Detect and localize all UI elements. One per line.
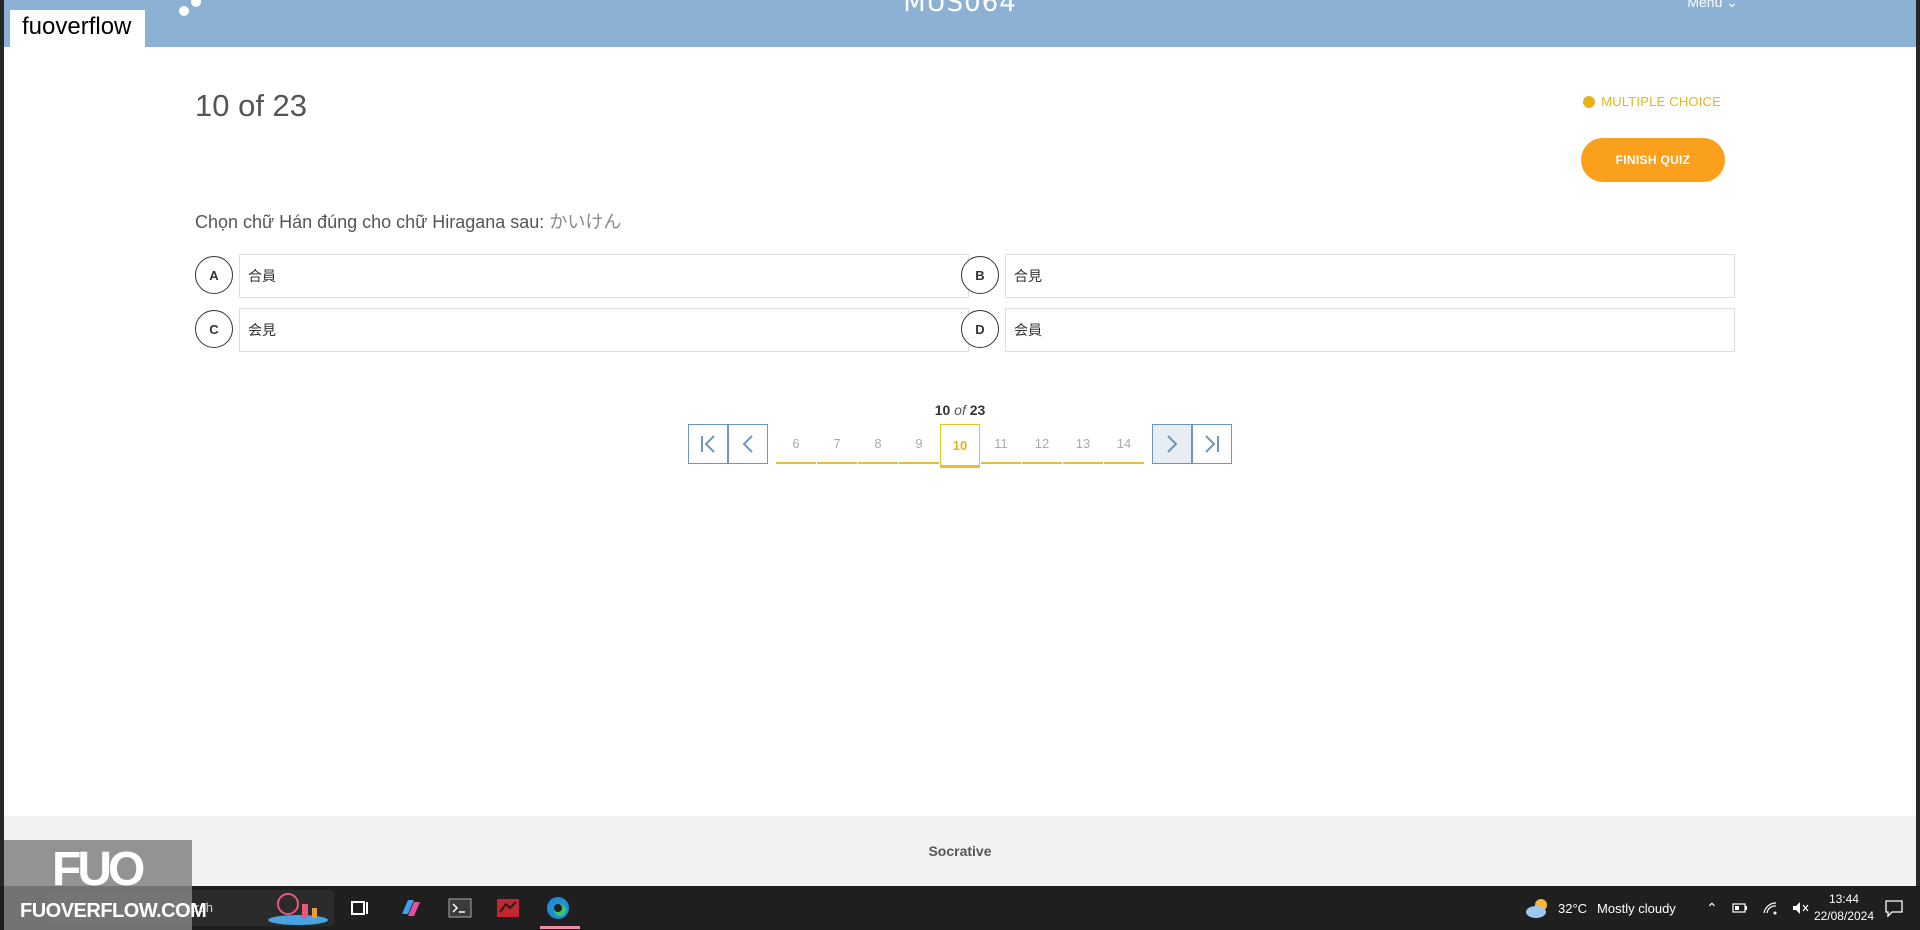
page-10-current[interactable]: 10 — [940, 424, 980, 468]
status-dot-icon — [1583, 95, 1596, 108]
chevron-left-icon — [742, 435, 753, 453]
app-icon[interactable] — [494, 894, 522, 922]
notification-icon[interactable] — [1884, 898, 1904, 918]
footer: Socrative — [4, 816, 1916, 886]
previous-page-button[interactable] — [728, 424, 768, 464]
page-6[interactable]: 6 — [776, 424, 816, 464]
edge-browser-icon[interactable] — [544, 894, 572, 922]
question-counter: 10 of 23 — [195, 88, 308, 123]
task-view-icon[interactable] — [346, 894, 374, 922]
page-11[interactable]: 11 — [981, 424, 1021, 464]
clock-date: 22/08/2024 — [1813, 909, 1874, 923]
speaker-muted-icon[interactable] — [1792, 901, 1810, 915]
chevron-up-icon[interactable]: ⌃ — [1706, 900, 1718, 917]
question-prefix: Chọn chữ Hán đúng cho chữ Hiragana sau: — [195, 212, 545, 232]
answer-text[interactable]: 会見 — [239, 308, 969, 352]
terminal-icon[interactable] — [446, 894, 474, 922]
page-8[interactable]: 8 — [858, 424, 898, 464]
pagination-label: 10 of 23 — [4, 402, 1916, 418]
wifi-icon[interactable] — [1762, 901, 1778, 915]
first-page-icon — [701, 435, 715, 453]
watermark-logo: FUO — [52, 843, 145, 896]
system-tray: ⌃ — [1706, 886, 1810, 930]
weather-temp: 32°C — [1558, 900, 1588, 916]
answer-text[interactable]: 合見 — [1005, 254, 1735, 298]
page-9[interactable]: 9 — [899, 424, 939, 464]
browser-page: MUS064 Menu ⌄ fuoverflow 10 of 23 MULTIP… — [4, 0, 1916, 886]
answer-letter[interactable]: A — [195, 256, 233, 294]
chevron-down-icon: ⌄ — [1726, 0, 1738, 10]
clock[interactable]: 13:44 22/08/2024 — [1814, 891, 1874, 925]
question-kana: かいけん — [549, 212, 622, 233]
page-13[interactable]: 13 — [1063, 424, 1103, 464]
pagination-total: 23 — [969, 402, 986, 418]
taskbar: search 32°C Mostly cloudy ⌃ 13:44 22/08/… — [0, 886, 1920, 930]
question-text: Chọn chữ Hán đúng cho chữ Hiragana sau: … — [195, 208, 621, 234]
answer-text[interactable]: 合員 — [239, 254, 969, 298]
cloudy-weather-icon — [1526, 899, 1547, 918]
battery-icon[interactable] — [1732, 902, 1748, 914]
answer-text[interactable]: 会員 — [1005, 308, 1735, 352]
answer-letter[interactable]: D — [961, 310, 999, 348]
chevron-right-icon — [1167, 435, 1178, 453]
answer-letter[interactable]: C — [195, 310, 233, 348]
pagination-of: of — [954, 402, 966, 418]
active-app-indicator — [540, 926, 580, 929]
answer-letter[interactable]: B — [961, 256, 999, 294]
watermark-url: FUOVERFLOW.COM — [20, 900, 207, 922]
pagination-current: 10 — [934, 402, 951, 418]
menu-label: Menu — [1687, 0, 1723, 10]
first-page-button[interactable] — [688, 424, 728, 464]
question-type-badge: MULTIPLE CHOICE — [1583, 94, 1721, 109]
clock-time: 13:44 — [1828, 892, 1859, 906]
page-12[interactable]: 12 — [1022, 424, 1062, 464]
last-page-button[interactable] — [1192, 424, 1232, 464]
copilot-icon[interactable] — [396, 894, 424, 922]
finish-quiz-button[interactable]: FINISH QUIZ — [1581, 138, 1725, 182]
room-title: MUS064 — [903, 0, 1017, 18]
watermark-tag: fuoverflow — [10, 10, 145, 47]
search-highlight-icon — [268, 893, 328, 925]
top-bar: MUS064 Menu ⌄ — [4, 0, 1916, 47]
weather-widget[interactable]: 32°C Mostly cloudy — [1524, 886, 1676, 930]
page-7[interactable]: 7 — [817, 424, 857, 464]
next-page-button[interactable] — [1152, 424, 1192, 464]
weather-desc: Mostly cloudy — [1597, 900, 1676, 916]
page-14[interactable]: 14 — [1104, 424, 1144, 464]
last-page-icon — [1205, 435, 1219, 453]
footer-brand: Socrative — [928, 843, 992, 859]
question-type-label: MULTIPLE CHOICE — [1601, 94, 1721, 109]
menu-button[interactable]: Menu ⌄ — [1687, 0, 1738, 11]
